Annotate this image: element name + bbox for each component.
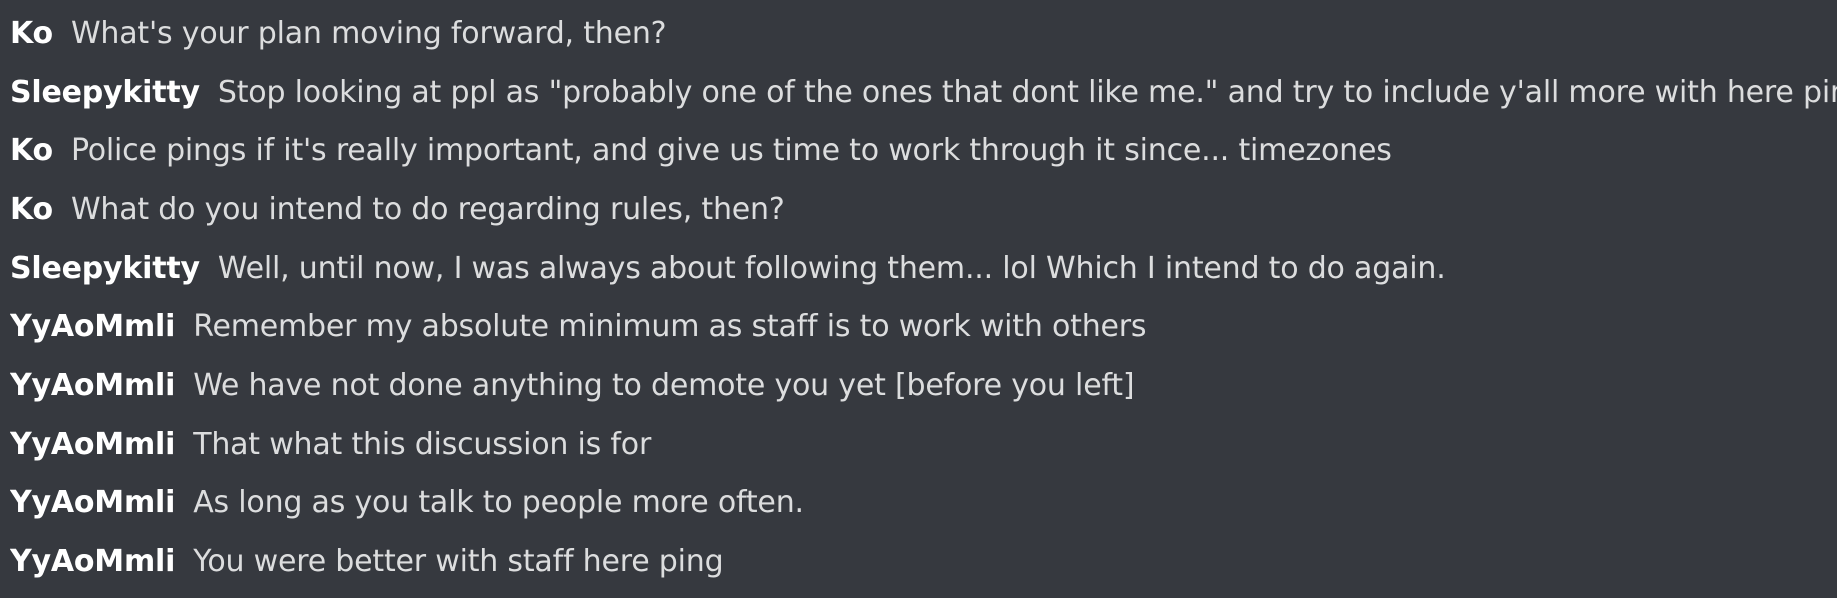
message-author[interactable]: Ko [10,16,53,51]
message-text: Police pings if it's really important, a… [70,133,1392,169]
message-text: That what this discussion is for [193,426,652,462]
message-author[interactable]: Ko [10,192,53,227]
message: Ko What do you intend to do regarding ru… [10,180,1837,239]
message-author[interactable]: Sleepykitty [10,251,200,286]
message-text: Remember my absolute minimum as staff is… [193,309,1147,345]
message: YyAoMmli You were better with staff here… [10,532,1837,591]
message-text: Stop looking at ppl as "probably one of … [217,74,1837,110]
message: YyAoMmli We have not done anything to de… [10,356,1837,415]
message: YyAoMmli That what this discussion is fo… [10,415,1837,474]
message-author[interactable]: YyAoMmli [10,309,175,344]
message-author[interactable]: YyAoMmli [10,368,175,403]
message-text: Well, until now, I was always about foll… [217,250,1446,286]
message-text: What do you intend to do regarding rules… [70,191,785,227]
chat-log: Ko What's your plan moving forward, then… [0,0,1837,598]
message-author[interactable]: Sleepykitty [10,75,200,110]
message: Sleepykitty Stop looking at ppl as "prob… [10,63,1837,122]
message-author[interactable]: YyAoMmli [10,427,175,462]
message-text: We have not done anything to demote you … [193,367,1135,403]
message-text: You were better with staff here ping [193,544,724,580]
message-text: As long as you talk to people more often… [193,485,804,521]
message-author[interactable]: Ko [10,133,53,168]
message: Ko Police pings if it's really important… [10,121,1837,180]
message: YyAoMmli As long as you talk to people m… [10,474,1837,533]
message-author[interactable]: YyAoMmli [10,485,175,520]
message: Sleepykitty Well, until now, I was alway… [10,239,1837,298]
message-text: What's your plan moving forward, then? [70,15,667,51]
message-author[interactable]: YyAoMmli [10,544,175,579]
message: Ko What's your plan moving forward, then… [10,4,1837,63]
message: YyAoMmli Remember my absolute minimum as… [10,297,1837,356]
